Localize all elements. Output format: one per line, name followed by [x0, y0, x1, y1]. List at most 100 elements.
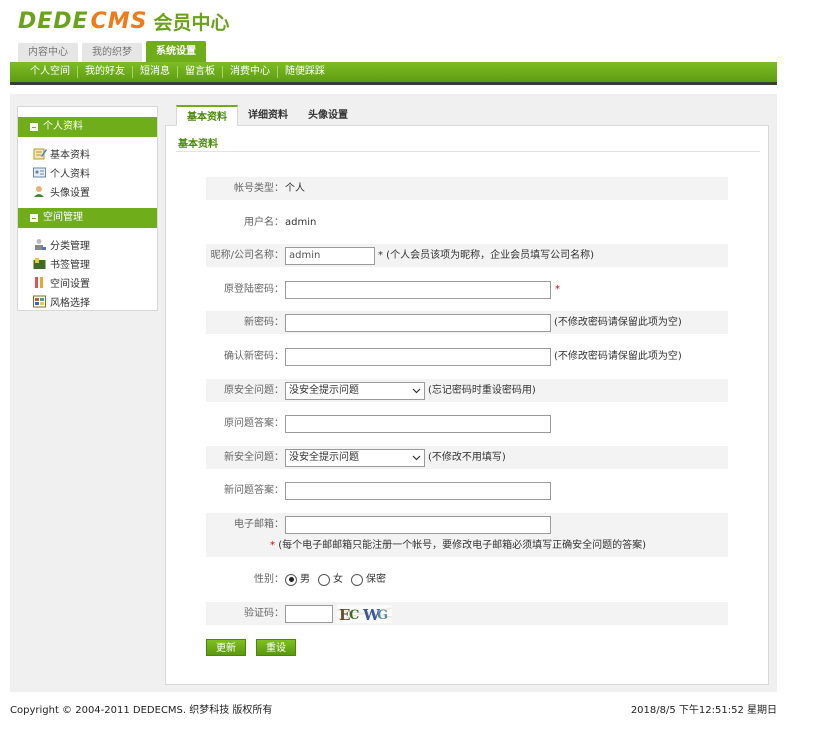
field-label: 新问题答案：: [224, 485, 284, 496]
row-nickname: 昵称/公司名称： admin * (个人会员该项为昵称，企业会员填写公司名称): [206, 244, 728, 267]
logo-dede-text: DEDE: [18, 8, 89, 34]
field-label: 用户名：: [244, 217, 284, 228]
user-icon: [33, 185, 47, 198]
sidebar-item-basic-info[interactable]: 基本资料: [33, 145, 90, 161]
sidebar-item-label: 书签管理: [50, 259, 90, 271]
row-new-password: 新密码： (不修改密码请保留此项为空): [206, 311, 728, 334]
gender-female-radio[interactable]: [318, 573, 330, 586]
select-value: 没安全提示问题: [289, 451, 359, 463]
row-account-type: 帐号类型： 个人: [206, 177, 728, 200]
old-answer-input[interactable]: [285, 414, 551, 433]
id-card-icon: [33, 166, 47, 179]
nav-guestbook[interactable]: 留言板: [177, 66, 222, 78]
row-old-question: 原安全问题： 没安全提示问题 (忘记密码时重设密码用): [206, 379, 728, 402]
top-tabs: 内容中心 我的织梦 系统设置: [18, 41, 206, 62]
sidebar-group-profile[interactable]: 个人资料: [18, 117, 157, 137]
captcha-input[interactable]: [285, 604, 333, 623]
nav-random-browse[interactable]: 随便踩踩: [277, 66, 332, 78]
nickname-input[interactable]: admin: [285, 246, 375, 265]
tab-content-center[interactable]: 内容中心: [18, 43, 78, 62]
row-old-answer: 原问题答案：: [206, 412, 728, 435]
old-question-note: (忘记密码时重设密码用): [428, 385, 536, 396]
new-password-input[interactable]: [285, 313, 551, 332]
sidebar-item-label: 风格选择: [50, 297, 90, 309]
sidebar-item-space-settings[interactable]: 空间设置: [33, 274, 90, 290]
sidebar-item-label: 空间设置: [50, 278, 90, 290]
section-title: 基本资料: [178, 139, 218, 150]
email-note: (每个电子邮邮箱只能注册一个帐号，要修改电子邮箱必须填写正确安全问题的答案): [278, 540, 646, 551]
sidebar-item-categories[interactable]: 分类管理: [33, 236, 90, 252]
field-label: 验证码：: [244, 608, 284, 619]
field-label: 原安全问题：: [224, 385, 284, 396]
footer-datetime: 2018/8/5 下午12:51:52 星期日: [630, 705, 777, 716]
captcha-image[interactable]: E C W G: [336, 604, 393, 624]
nav-consumption[interactable]: 消费中心: [222, 66, 277, 78]
sidebar-item-bookmarks[interactable]: 书签管理: [33, 255, 90, 271]
main-nav: 个人空间 我的好友 短消息 留言板 消费中心 随便踩踩: [10, 62, 777, 85]
nickname-field-wrap: admin * (个人会员该项为昵称，企业会员填写公司名称): [285, 244, 594, 267]
reset-button[interactable]: 重设: [256, 639, 296, 656]
bookmark-icon: [33, 257, 47, 270]
nav-my-friends[interactable]: 我的好友: [77, 66, 132, 78]
email-input[interactable]: [285, 515, 551, 534]
required-star: *: [555, 284, 560, 295]
gender-secret-radio[interactable]: [351, 573, 363, 586]
subtab-basic-info[interactable]: 基本资料: [176, 105, 238, 126]
person-category-icon: [33, 238, 47, 251]
new-question-select[interactable]: 没安全提示问题: [285, 448, 425, 467]
field-label: 原问题答案：: [224, 418, 284, 429]
row-old-password: 原登陆密码： *: [206, 278, 728, 301]
subtab-avatar-settings[interactable]: 头像设置: [298, 105, 358, 126]
sidebar-item-style[interactable]: 风格选择: [33, 293, 90, 309]
sidebar-group-space[interactable]: 空间管理: [18, 208, 157, 228]
gender-male-radio[interactable]: [285, 573, 297, 586]
field-label: 新安全问题：: [224, 452, 284, 463]
content-panel: [165, 125, 769, 685]
field-label: 电子邮箱：: [234, 519, 284, 530]
field-label: 昵称/公司名称：: [210, 250, 284, 261]
row-confirm-password: 确认新密码： (不修改密码请保留此项为空): [206, 345, 728, 368]
nav-personal-space[interactable]: 个人空间: [24, 66, 77, 78]
old-password-input[interactable]: [285, 280, 551, 299]
sidebar-item-profile[interactable]: 个人资料: [33, 164, 90, 180]
row-new-answer: 新问题答案：: [206, 479, 728, 502]
subtab-detailed-info[interactable]: 详细资料: [238, 105, 298, 126]
footer-copyright: Copyright © 2004-2011 DEDECMS. 织梦科技 版权所有: [10, 705, 273, 716]
new-password-note: (不修改密码请保留此项为空): [554, 317, 682, 328]
field-label: 帐号类型：: [234, 183, 284, 194]
tab-my-dede[interactable]: 我的织梦: [82, 43, 142, 62]
tab-system-settings[interactable]: 系统设置: [146, 41, 206, 62]
row-new-question: 新安全问题： 没安全提示问题 (不修改不用填写): [206, 446, 728, 469]
field-label: 新密码：: [244, 317, 284, 328]
edit-form-icon: [33, 147, 47, 160]
update-button[interactable]: 更新: [206, 639, 246, 656]
field-label: 性别：: [254, 574, 284, 585]
row-email: 电子邮箱： * (每个电子邮邮箱只能注册一个帐号，要修改电子邮箱必须填写正确安全…: [206, 513, 728, 557]
collapse-icon: [30, 214, 38, 222]
gender-female-label: 女: [333, 574, 343, 585]
gender-options: 男 女 保密: [285, 568, 386, 591]
old-question-select[interactable]: 没安全提示问题: [285, 381, 425, 400]
sidebar-item-label: 基本资料: [50, 149, 90, 161]
logo-cms-text: CMS: [90, 8, 148, 34]
palette-grid-icon: [33, 295, 47, 308]
sidebar-item-label: 个人资料: [50, 168, 90, 180]
collapse-icon: [30, 123, 38, 131]
sidebar-item-label: 头像设置: [50, 187, 90, 199]
new-answer-wrap: [285, 479, 551, 502]
row-captcha: 验证码： E C W G: [206, 602, 728, 625]
sidebar: 个人资料 基本资料 个人资料 头像设置 空间管理 分类管理 书签管理 空间设置 …: [17, 106, 158, 311]
nav-messages[interactable]: 短消息: [132, 66, 177, 78]
confirm-password-input[interactable]: [285, 347, 551, 366]
row-username: 用户名： admin: [206, 211, 728, 234]
sidebar-item-label: 分类管理: [50, 240, 90, 252]
sidebar-group-title: 空间管理: [43, 212, 83, 223]
divider: [176, 151, 760, 152]
field-label: 原登陆密码：: [224, 284, 284, 295]
chevron-down-icon: [412, 388, 421, 393]
new-answer-input[interactable]: [285, 481, 551, 500]
required-star: *: [270, 540, 275, 551]
nickname-note: * (个人会员该项为昵称，企业会员填写公司名称): [378, 250, 594, 261]
sidebar-item-avatar[interactable]: 头像设置: [33, 183, 90, 199]
old-answer-wrap: [285, 412, 551, 435]
